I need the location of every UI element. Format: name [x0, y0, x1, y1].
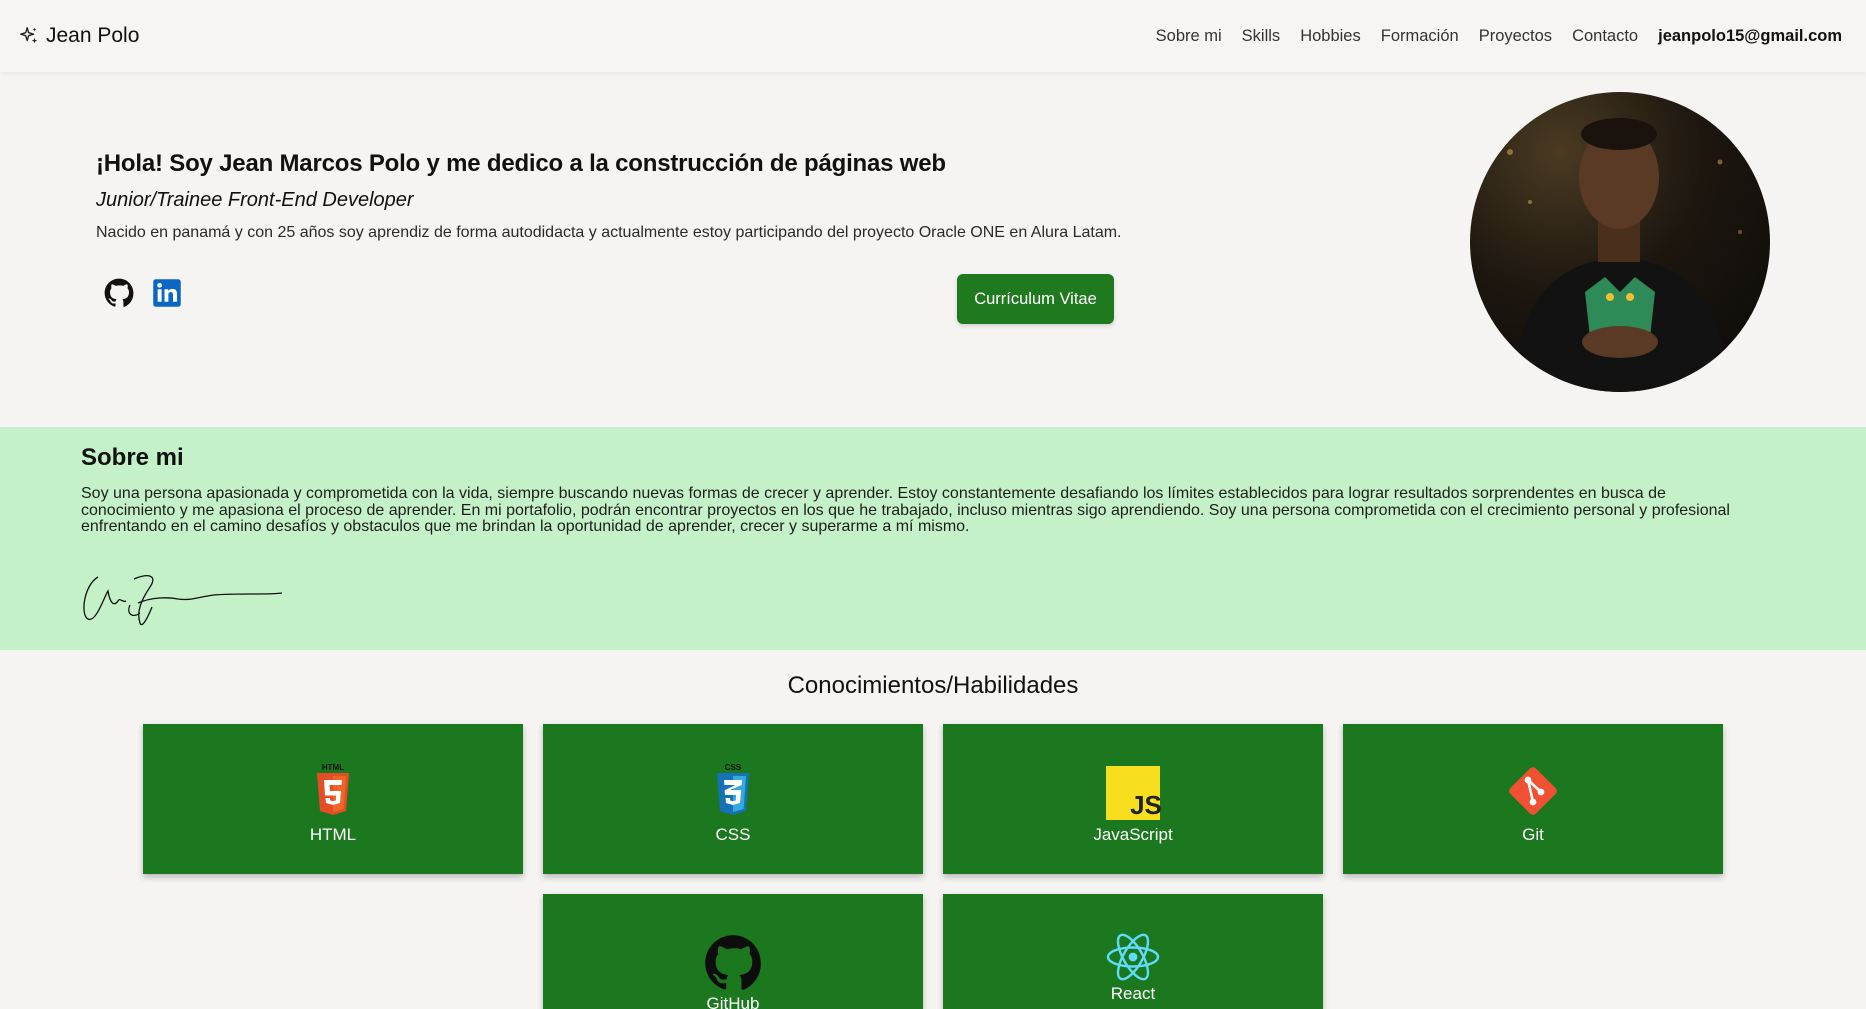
- nav-skills[interactable]: Skills: [1242, 27, 1281, 46]
- skill-card-css[interactable]: CSS CSS: [543, 724, 923, 874]
- git-icon: [1509, 767, 1557, 815]
- skills-title: Conocimientos/Habilidades: [787, 672, 1079, 699]
- about-title: Sobre mi: [81, 444, 184, 471]
- skill-label: React: [1110, 984, 1156, 1003]
- skill-card-git[interactable]: Git: [1343, 724, 1723, 874]
- signature-image: [83, 575, 283, 626]
- linkedin-icon[interactable]: [152, 278, 182, 308]
- skill-card-react[interactable]: React: [943, 894, 1323, 1009]
- nav-proyectos[interactable]: Proyectos: [1479, 27, 1552, 46]
- github-icon[interactable]: [104, 278, 134, 308]
- brand[interactable]: Jean Polo: [18, 24, 139, 48]
- github-icon: [705, 935, 761, 990]
- site-header: Jean Polo Sobre mi Skills Hobbies Formac…: [0, 0, 1866, 72]
- nav-formacion[interactable]: Formación: [1381, 27, 1459, 46]
- skill-label: Git: [1522, 825, 1544, 844]
- hero-section: ¡Hola! Soy Jean Marcos Polo y me dedico …: [0, 72, 1866, 427]
- css3-icon: CSS: [717, 763, 749, 815]
- skill-label: JavaScript: [1093, 825, 1173, 844]
- hero-subtitle: Junior/Trainee Front-End Developer: [96, 189, 414, 211]
- svg-text:HTML: HTML: [322, 763, 344, 772]
- about-text: Soy una persona apasionada y comprometid…: [81, 485, 1730, 535]
- skill-label: HTML: [309, 825, 357, 844]
- svg-text:CSS: CSS: [725, 763, 742, 772]
- skill-card-html[interactable]: HTML HTML: [143, 724, 523, 874]
- nav-email-link[interactable]: jeanpolo15@gmail.com: [1658, 27, 1842, 46]
- nav-contacto[interactable]: Contacto: [1572, 27, 1638, 46]
- javascript-icon: JS: [1106, 766, 1162, 820]
- main-nav: Sobre mi Skills Hobbies Formación Proyec…: [1156, 27, 1842, 46]
- skill-card-github[interactable]: GitHub: [543, 894, 923, 1009]
- nav-sobre-mi[interactable]: Sobre mi: [1156, 27, 1222, 46]
- profile-photo: [1470, 92, 1770, 392]
- about-section: Sobre mi Soy una persona apasionada y co…: [0, 427, 1866, 650]
- skill-card-javascript[interactable]: JS JavaScript: [943, 724, 1323, 874]
- skill-label: CSS: [715, 825, 751, 844]
- social-links: [104, 278, 182, 308]
- html5-icon: HTML: [317, 763, 349, 815]
- hero-description: Nacido en panamá y con 25 años soy apren…: [96, 224, 1122, 241]
- hero-title: ¡Hola! Soy Jean Marcos Polo y me dedico …: [96, 150, 946, 177]
- cv-button[interactable]: Currículum Vitae: [957, 274, 1114, 324]
- nav-hobbies[interactable]: Hobbies: [1300, 27, 1361, 46]
- skill-label: GitHub: [706, 994, 760, 1009]
- svg-text:JS: JS: [1130, 790, 1162, 820]
- react-icon: [1106, 933, 1160, 981]
- sparkle-icon: [20, 27, 38, 44]
- brand-name: Jean Polo: [46, 24, 140, 47]
